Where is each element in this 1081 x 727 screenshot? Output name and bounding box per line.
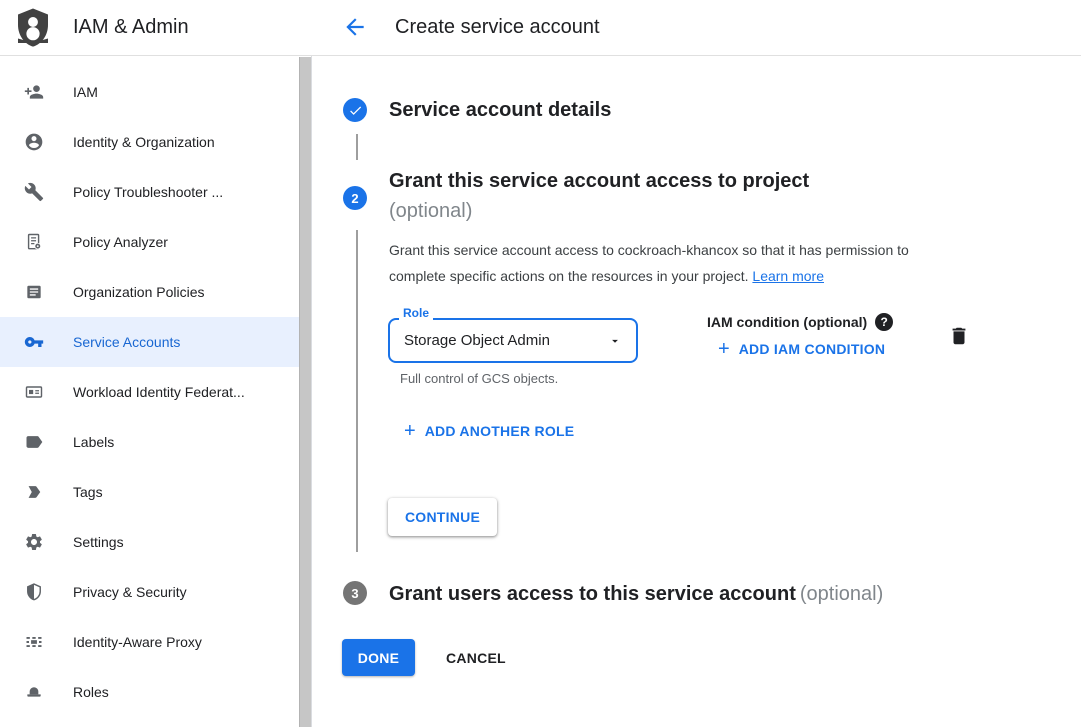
step2-number-circle: 2 [343,186,367,210]
sidebar-scrollbar-thumb[interactable] [299,57,311,727]
policy-analyzer-icon [24,232,44,252]
id-card-icon [24,382,44,402]
learn-more-link[interactable]: Learn more [752,268,824,284]
iam-condition-label: IAM condition (optional) [707,314,867,330]
continue-button[interactable]: CONTINUE [388,498,497,536]
add-iam-condition-label: ADD IAM CONDITION [739,341,886,357]
iam-shield-logo-icon [15,8,51,48]
sidebar-item-policy-troubleshooter[interactable]: Policy Troubleshooter ... [0,167,311,217]
role-field-label: Role [399,306,433,320]
step2-description-text: Grant this service account access to coc… [389,242,909,284]
step-connector-line [356,134,358,160]
done-button[interactable]: DONE [342,639,415,676]
step2-rail-line [356,230,358,552]
sidebar-item-organization-policies[interactable]: Organization Policies [0,267,311,317]
sidebar-item-identity-aware-proxy[interactable]: Identity-Aware Proxy [0,617,311,667]
help-icon[interactable]: ? [875,313,893,331]
sidebar-item-settings[interactable]: Settings [0,517,311,567]
sidebar-item-label: Tags [73,484,103,500]
sidebar-item-label: Settings [73,534,124,550]
account-circle-icon [24,132,44,152]
iap-icon [24,632,44,652]
step1-title: Service account details [389,98,611,122]
iam-admin-console: IAM & Admin Create service account IAM I… [0,0,1081,727]
sidebar-item-label: Identity & Organization [73,134,215,150]
app-title: IAM & Admin [73,16,189,39]
role-helper-text: Full control of GCS objects. [400,371,558,386]
sidebar-item-label: Policy Analyzer [73,234,168,250]
tag-arrow-icon [24,482,44,502]
sidebar-item-iam[interactable]: IAM [0,67,311,117]
role-select[interactable]: Storage Object Admin [388,318,638,363]
step2-description: Grant this service account access to coc… [389,238,964,289]
sidebar-item-tags[interactable]: Tags [0,467,311,517]
sidebar-item-label: IAM [73,84,98,100]
sidebar-nav: IAM Identity & Organization Policy Troub… [0,56,312,727]
step3-number: 3 [351,586,358,601]
add-another-role-button[interactable]: + ADD ANOTHER ROLE [404,421,574,441]
step2-number: 2 [351,191,358,206]
person-add-icon [24,82,44,102]
step1-status-circle [343,98,367,122]
sidebar-item-label: Workload Identity Federat... [73,384,245,400]
page-title: Create service account [395,16,600,39]
document-lines-icon [24,282,44,302]
sidebar-item-workload-identity-federation[interactable]: Workload Identity Federat... [0,367,311,417]
cancel-button[interactable]: CANCEL [436,639,516,676]
plus-icon: + [718,339,730,359]
step2-title: Grant this service account access to pro… [389,168,809,194]
role-selected-value: Storage Object Admin [404,332,608,349]
delete-role-button[interactable] [948,324,972,348]
sidebar-item-roles[interactable]: Roles [0,667,311,717]
check-icon [348,103,363,118]
step3-title-text: Grant users access to this service accou… [389,583,796,605]
step3-title: Grant users access to this service accou… [389,582,883,606]
sidebar-item-identity-organization[interactable]: Identity & Organization [0,117,311,167]
sidebar-item-label: Privacy & Security [73,584,187,600]
hat-icon [24,682,44,702]
create-service-account-panel: Service account details 2 Grant this ser… [312,56,1081,727]
sidebar-item-label: Service Accounts [73,334,180,350]
arrow-left-icon [342,14,368,40]
sidebar-item-label: Organization Policies [73,284,205,300]
add-another-role-label: ADD ANOTHER ROLE [425,423,575,439]
top-header-bar: IAM & Admin Create service account [0,0,1081,56]
service-account-key-icon [24,332,44,352]
sidebar-item-policy-analyzer[interactable]: Policy Analyzer [0,217,311,267]
sidebar-item-label: Labels [73,434,114,450]
sidebar-item-label: Policy Troubleshooter ... [73,184,223,200]
sidebar-item-privacy-security[interactable]: Privacy & Security [0,567,311,617]
label-icon [24,432,44,452]
step3-number-circle: 3 [343,581,367,605]
step3-optional-label: (optional) [800,583,883,605]
step2-optional-label: (optional) [389,198,472,224]
trash-icon [948,325,970,347]
sidebar-item-service-accounts[interactable]: Service Accounts [0,317,311,367]
add-iam-condition-button[interactable]: + ADD IAM CONDITION [718,339,885,359]
chevron-down-icon [608,334,622,348]
plus-icon: + [404,421,416,441]
back-button[interactable] [341,14,369,42]
wrench-icon [24,182,44,202]
sidebar-item-label: Roles [73,684,109,700]
sidebar-item-labels[interactable]: Labels [0,417,311,467]
iam-condition-header: IAM condition (optional) ? [707,313,893,331]
gear-icon [24,532,44,552]
sidebar-item-label: Identity-Aware Proxy [73,634,202,650]
shield-icon [24,582,44,602]
